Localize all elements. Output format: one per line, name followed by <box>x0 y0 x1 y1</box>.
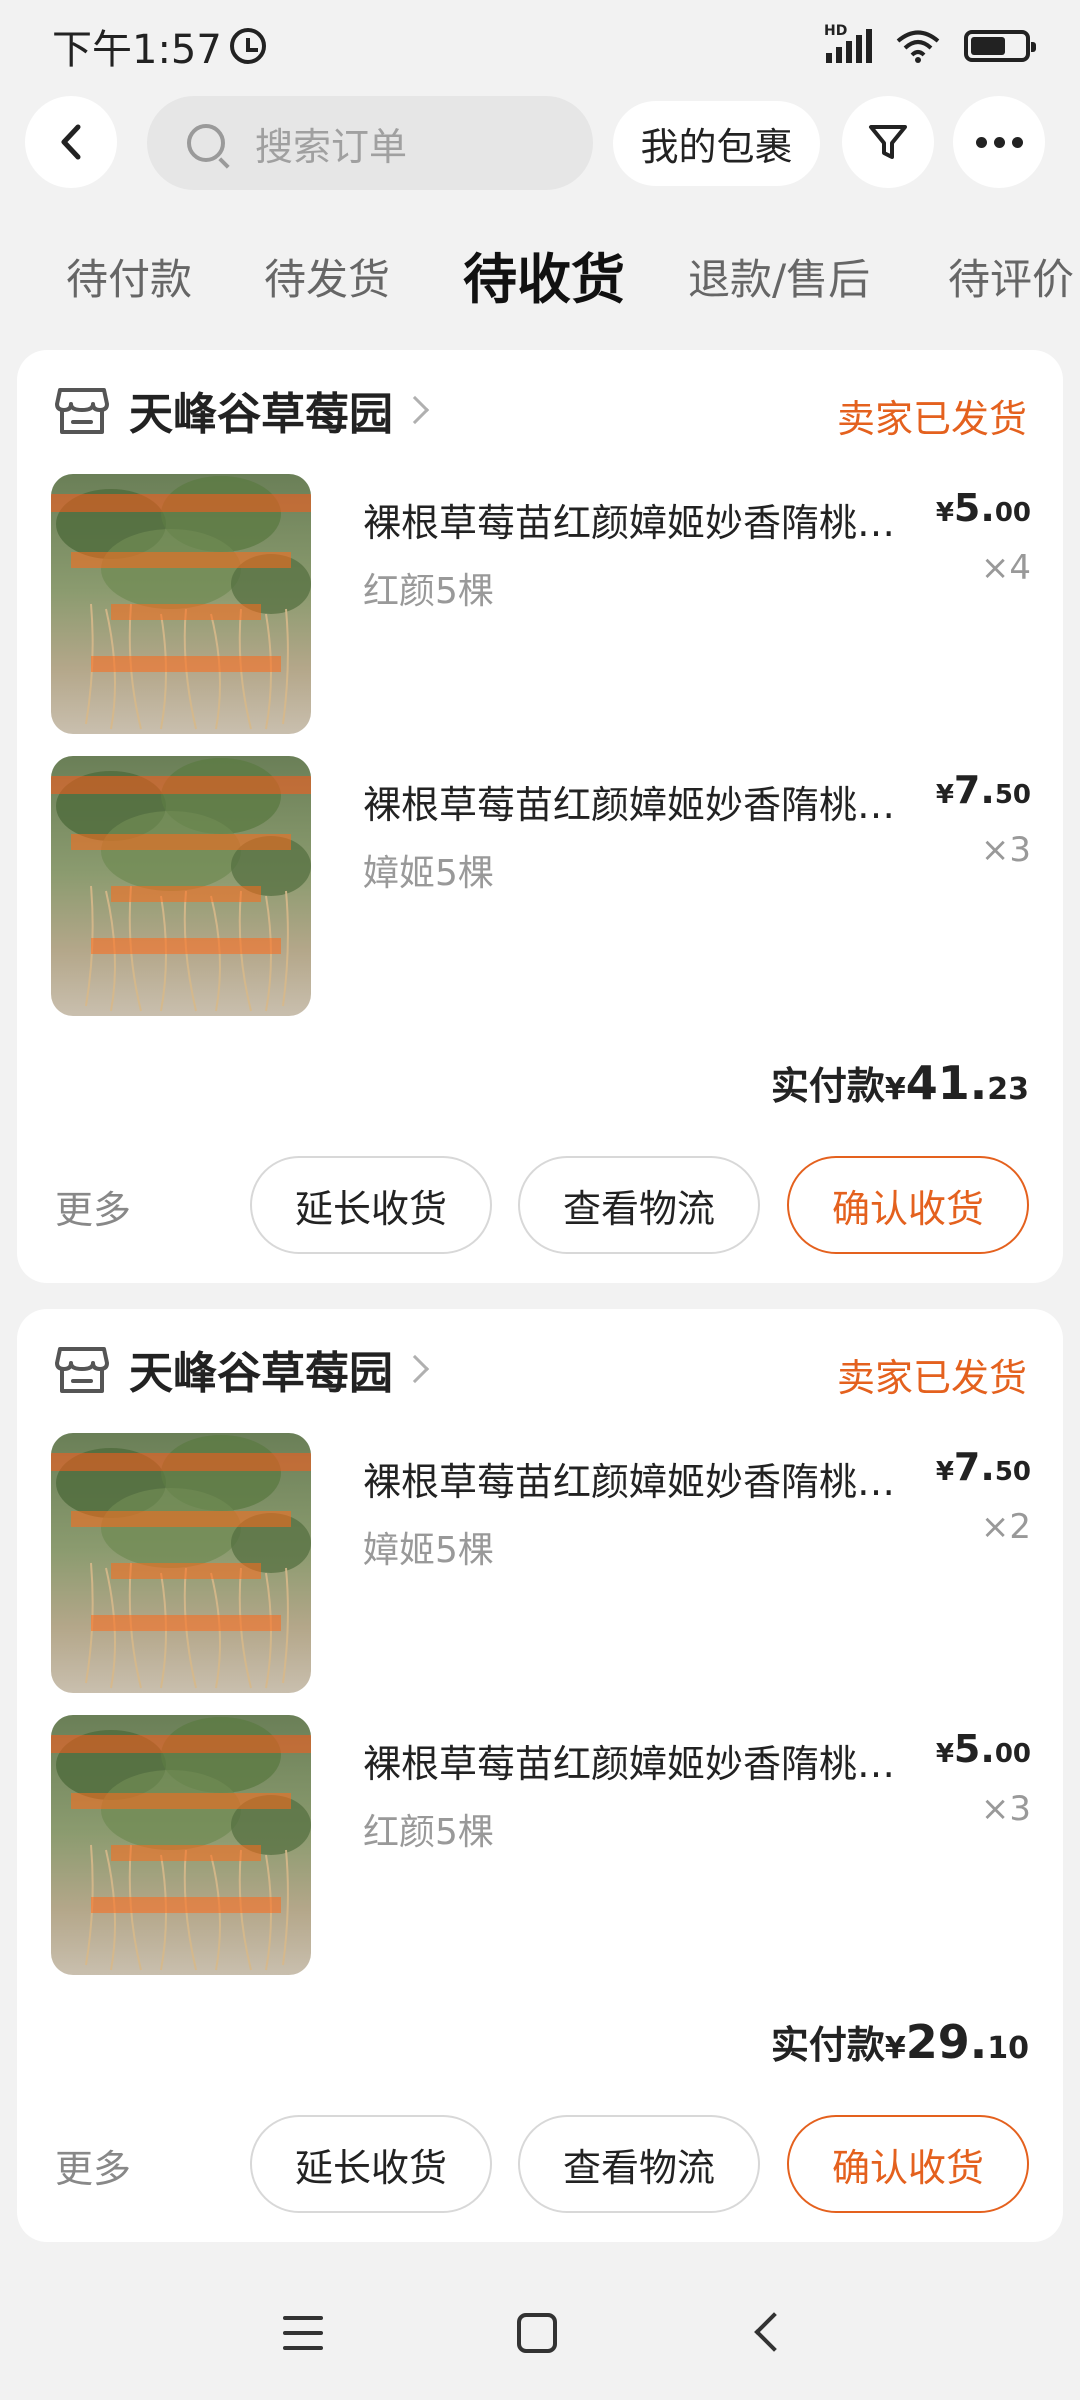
home-icon[interactable] <box>517 2313 557 2353</box>
top-header: 搜索订单 我的包裹 <box>0 96 1080 192</box>
extend-receipt-button[interactable]: 延长收货 <box>250 1156 492 1254</box>
item-spec: 红颜5棵 <box>363 571 494 612</box>
item-price: ¥5.00 <box>936 1727 1031 1771</box>
price-integer: 7. <box>953 1445 995 1489</box>
status-bar: 下午1:57 HD <box>0 0 1080 92</box>
paid-total: 实付款¥41.23 <box>771 1055 1029 1110</box>
price-integer: 5. <box>953 1727 995 1771</box>
shop-name: 天峰谷草莓园 <box>129 389 393 440</box>
paid-total: 实付款¥29.10 <box>771 2014 1029 2069</box>
price-integer: 5. <box>953 486 995 530</box>
order-status-tabs: 待付款 待发货 待收货 退款/售后 待评价 <box>0 235 1080 325</box>
item-quantity: ×4 <box>980 548 1031 588</box>
shop-name: 天峰谷草莓园 <box>129 1348 393 1399</box>
extend-receipt-button[interactable]: 延长收货 <box>250 2115 492 2213</box>
tab-refund-aftersale[interactable]: 退款/售后 <box>688 235 870 325</box>
item-title: 裸根草莓苗红颜嫜姬妙香隋桃露大苗 <box>363 501 933 545</box>
search-input[interactable]: 搜索订单 <box>147 96 593 190</box>
shop-link[interactable]: 天峰谷草莓园 <box>55 380 430 440</box>
tab-pending-review[interactable]: 待评价 <box>948 235 1074 325</box>
order-item[interactable]: 裸根草莓苗红颜嫜姬妙香隋桃露大苗 红颜5棵 ¥5.00 ×4 <box>51 474 1031 734</box>
chevron-left-icon <box>61 124 81 160</box>
status-icons: HD <box>824 23 1036 64</box>
view-logistics-button[interactable]: 查看物流 <box>518 1156 760 1254</box>
product-image[interactable] <box>51 1433 311 1693</box>
price-decimal: 50 <box>994 1457 1031 1487</box>
order-card[interactable]: 天峰谷草莓园 卖家已发货 裸根草莓苗红颜嫜姬妙香隋桃露大苗 红颜5棵 ¥5.00… <box>17 350 1063 1283</box>
product-image[interactable] <box>51 474 311 734</box>
currency-symbol: ¥ <box>884 2031 906 2066</box>
back-icon[interactable] <box>754 2312 794 2352</box>
menu-icon[interactable] <box>283 2316 323 2350</box>
filter-icon <box>869 125 907 159</box>
tab-pending-payment[interactable]: 待付款 <box>66 235 192 325</box>
item-title: 裸根草莓苗红颜嫜姬妙香隋桃露大苗 <box>363 783 933 827</box>
item-spec: 红颜5棵 <box>363 1812 494 1853</box>
view-logistics-button[interactable]: 查看物流 <box>518 2115 760 2213</box>
paid-integer: 41. <box>905 1056 988 1110</box>
chevron-right-icon <box>400 395 430 425</box>
more-link[interactable]: 更多 <box>55 1179 131 1234</box>
item-price: ¥7.50 <box>936 1445 1031 1489</box>
item-price: ¥5.00 <box>936 486 1031 530</box>
paid-decimal: 23 <box>987 1072 1029 1107</box>
order-card[interactable]: 天峰谷草莓园 卖家已发货 裸根草莓苗红颜嫜姬妙香隋桃露大苗 嫜姬5棵 ¥7.50… <box>17 1309 1063 2242</box>
system-nav-bar <box>0 2268 1080 2400</box>
price-decimal: 00 <box>994 1739 1031 1769</box>
item-spec: 嫜姬5棵 <box>363 1530 494 1571</box>
my-parcels-button[interactable]: 我的包裹 <box>613 101 820 186</box>
item-quantity: ×3 <box>980 830 1031 870</box>
price-decimal: 50 <box>994 780 1031 810</box>
tab-pending-receipt[interactable]: 待收货 <box>463 235 625 325</box>
search-placeholder: 搜索订单 <box>255 124 408 169</box>
battery-icon <box>964 30 1036 62</box>
item-title: 裸根草莓苗红颜嫜姬妙香隋桃露大苗 <box>363 1460 933 1504</box>
item-quantity: ×2 <box>980 1507 1031 1547</box>
paid-integer: 29. <box>905 2015 988 2069</box>
more-dots-icon <box>975 136 1023 148</box>
store-icon <box>55 388 109 434</box>
paid-label: 实付款 <box>770 1064 885 1108</box>
more-link[interactable]: 更多 <box>55 2138 131 2193</box>
shop-link[interactable]: 天峰谷草莓园 <box>55 1339 430 1399</box>
product-image[interactable] <box>51 756 311 1016</box>
currency-symbol: ¥ <box>935 1739 954 1769</box>
item-title: 裸根草莓苗红颜嫜姬妙香隋桃露大苗 <box>363 1742 933 1786</box>
wifi-icon <box>896 30 940 63</box>
status-time: 下午1:57 <box>52 17 266 75</box>
tab-pending-shipment[interactable]: 待发货 <box>264 235 390 325</box>
currency-symbol: ¥ <box>935 780 954 810</box>
order-status: 卖家已发货 <box>836 1356 1027 1400</box>
price-decimal: 00 <box>994 498 1031 528</box>
paid-decimal: 10 <box>987 2031 1029 2066</box>
order-item[interactable]: 裸根草莓苗红颜嫜姬妙香隋桃露大苗 嫜姬5棵 ¥7.50 ×2 <box>51 1433 1031 1693</box>
back-button[interactable] <box>25 96 117 188</box>
order-item[interactable]: 裸根草莓苗红颜嫜姬妙香隋桃露大苗 嫜姬5棵 ¥7.50 ×3 <box>51 756 1031 1016</box>
currency-symbol: ¥ <box>884 1072 906 1107</box>
product-image[interactable] <box>51 1715 311 1975</box>
item-quantity: ×3 <box>980 1789 1031 1829</box>
order-item[interactable]: 裸根草莓苗红颜嫜姬妙香隋桃露大苗 红颜5棵 ¥5.00 ×3 <box>51 1715 1031 1975</box>
order-status: 卖家已发货 <box>836 397 1027 441</box>
price-integer: 7. <box>953 768 995 812</box>
search-icon <box>187 124 225 162</box>
signal-icon: HD <box>824 23 872 63</box>
currency-symbol: ¥ <box>935 498 954 528</box>
confirm-receipt-button[interactable]: 确认收货 <box>787 1156 1029 1254</box>
more-options-button[interactable] <box>953 96 1045 188</box>
currency-symbol: ¥ <box>935 1457 954 1487</box>
paid-label: 实付款 <box>770 2023 885 2067</box>
item-spec: 嫜姬5棵 <box>363 853 494 894</box>
alarm-icon <box>229 28 266 64</box>
chevron-right-icon <box>400 1354 430 1384</box>
network-type-label: HD <box>824 23 848 39</box>
filter-button[interactable] <box>842 96 934 188</box>
clock-text: 下午1:57 <box>52 27 222 73</box>
item-price: ¥7.50 <box>936 768 1031 812</box>
confirm-receipt-button[interactable]: 确认收货 <box>787 2115 1029 2213</box>
store-icon <box>55 1347 109 1393</box>
